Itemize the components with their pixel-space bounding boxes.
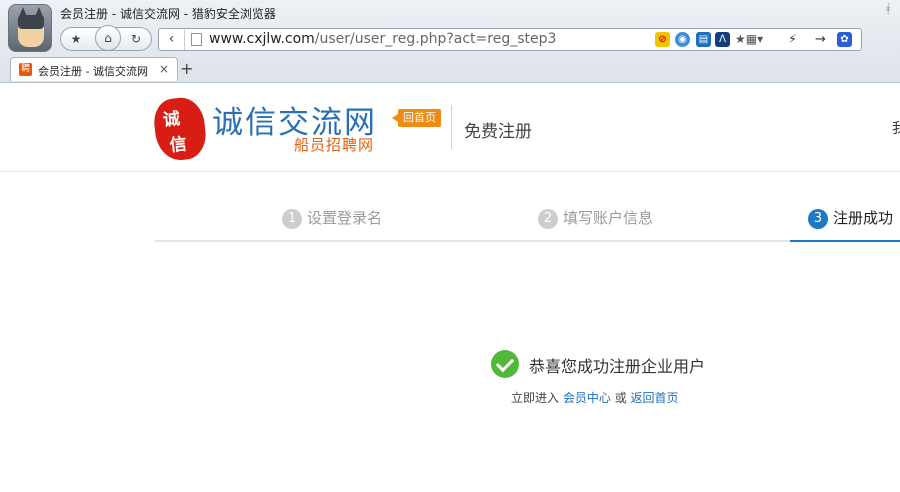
page-title: 免费注册 (464, 122, 532, 142)
header-divider (451, 105, 452, 149)
translate-icon[interactable]: ᐱ (715, 32, 730, 47)
new-tab-button[interactable]: + (180, 59, 193, 78)
step-2: 2 填写账户信息 (538, 207, 653, 229)
step-3-active: 3 注册成功 (808, 207, 893, 229)
success-text: 恭喜您成功注册企业用户 (529, 357, 706, 376)
refresh-icon[interactable]: ↻ (125, 29, 147, 49)
browser-menu-avatar-icon[interactable] (8, 4, 52, 52)
url-text[interactable]: www.cxjlw.com/user/user_reg.php?act=reg_… (209, 31, 556, 47)
success-check-icon (491, 350, 519, 378)
chat-icon[interactable]: ◉ (675, 32, 690, 47)
site-header: 诚 信 诚信交流网 船员招聘网 回首页 免费注册 我 (0, 84, 900, 172)
tab-close-icon[interactable]: × (159, 62, 169, 76)
active-step-underline (790, 240, 900, 242)
back-icon[interactable]: ‹ (159, 29, 185, 50)
header-edge-text[interactable]: 我 (892, 118, 900, 138)
back-home-link[interactable]: 返回首页 (631, 391, 679, 405)
member-center-link[interactable]: 会员中心 (563, 391, 611, 405)
next-actions: 立即进入 会员中心 或 返回首页 (511, 391, 679, 405)
search-engine-icon[interactable]: ✿ (837, 32, 852, 47)
brand-subtitle: 船员招聘网 (294, 136, 375, 154)
tab-current[interactable]: 聘 会员注册 - 诚信交流网 × (10, 57, 178, 81)
tab-bar: 聘 会员注册 - 诚信交流网 × + (0, 56, 900, 82)
nav-button-group: ★ ⌂ ↻ (60, 25, 152, 51)
home-badge-link[interactable]: 回首页 (392, 109, 441, 127)
logo-seal[interactable]: 诚 信 (151, 95, 209, 163)
home-icon[interactable]: ⌂ (95, 25, 121, 51)
speed-mode-icon[interactable]: ⚡ (785, 32, 800, 47)
step-1: 1 设置登录名 (282, 207, 382, 229)
browser-chrome: 会员注册 - 诚信交流网 - 猎豹安全浏览器 ᚼ ★ ⌂ ↻ ‹ www.cxj… (0, 0, 900, 83)
tab-label: 会员注册 - 诚信交流网 (38, 65, 148, 78)
extension-icon[interactable]: ▤ (696, 32, 711, 47)
adblock-icon[interactable]: ⊘ (655, 32, 670, 47)
window-corner-icon[interactable]: ᚼ (884, 2, 892, 17)
go-forward-icon[interactable]: → (813, 32, 828, 47)
favorites-qr-icon[interactable]: ★▦▾ (735, 32, 763, 47)
bookmark-star-icon[interactable]: ★ (65, 29, 87, 49)
registration-steps: 1 设置登录名 2 填写账户信息 3 注册成功 (155, 200, 900, 242)
tab-favicon-icon: 聘 (19, 63, 32, 76)
page-icon (191, 33, 202, 46)
window-title: 会员注册 - 诚信交流网 - 猎豹安全浏览器 (60, 7, 276, 21)
